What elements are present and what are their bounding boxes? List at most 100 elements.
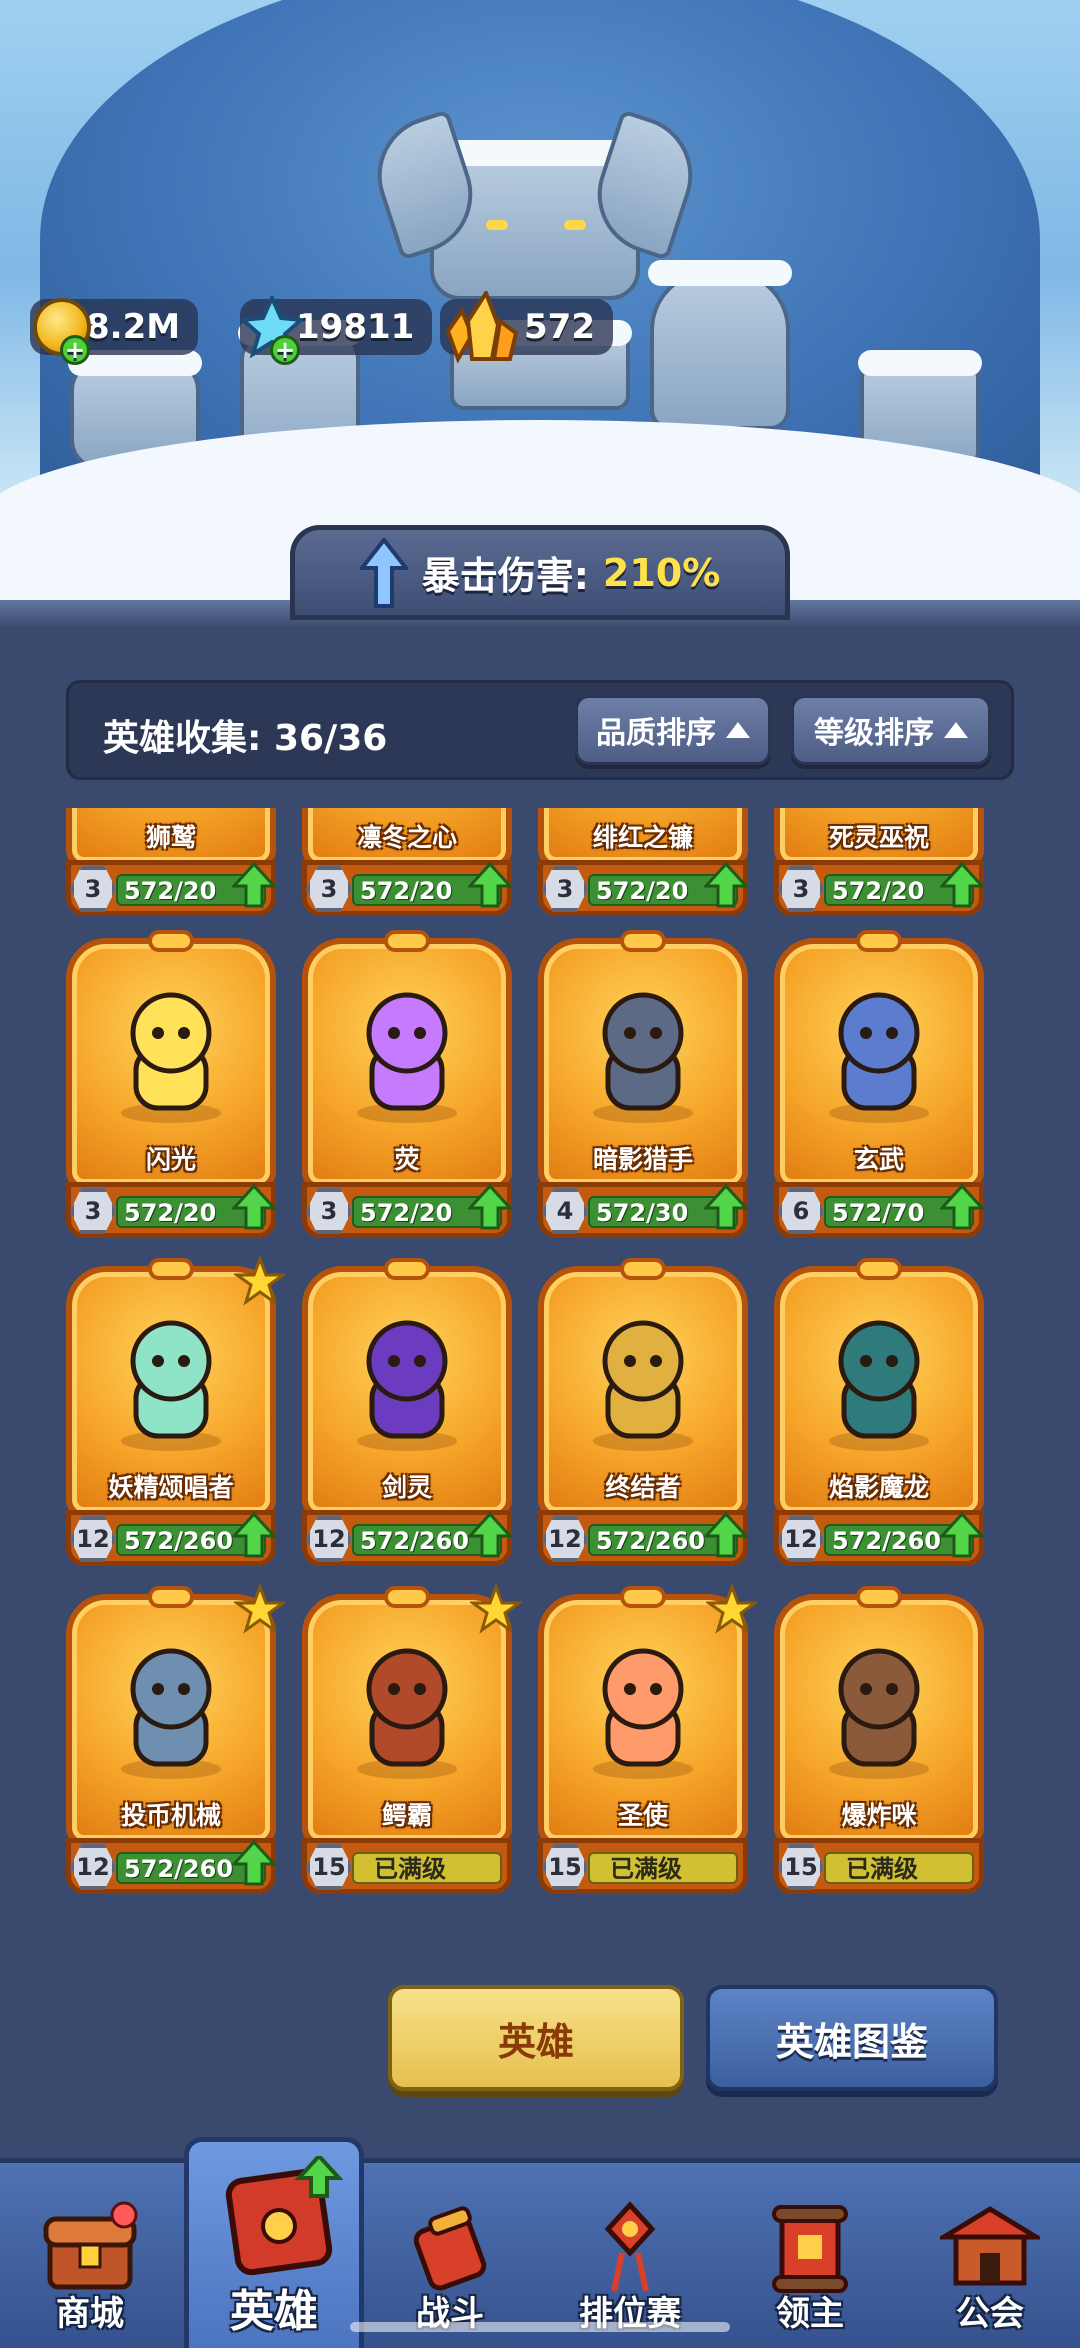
upgrade-available-icon[interactable] (466, 1511, 514, 1558)
hero-card[interactable]: 妖精颂唱者 12 572/260 (66, 1254, 288, 1566)
hero-card[interactable]: 玄武 6 572/70 (774, 930, 986, 1238)
crit-damage-banner: 暴击伤害: 210% (290, 525, 790, 620)
upgrade-available-icon[interactable] (702, 1511, 750, 1558)
hero-max-level-bar: 已满级 (588, 1852, 738, 1884)
hero-max-level-bar: 已满级 (352, 1852, 502, 1884)
card-top-gem (148, 930, 194, 952)
add-diamond-icon[interactable]: + (270, 335, 300, 365)
add-gold-icon[interactable]: + (60, 335, 90, 365)
upgrade-available-icon[interactable] (230, 1183, 278, 1230)
hero-progress-text: 已满级 (846, 1855, 918, 1883)
hero-portrait (568, 978, 718, 1128)
star-icon (232, 1582, 288, 1636)
diamond-amount: 19811 (296, 307, 415, 347)
home-indicator[interactable] (350, 2322, 730, 2332)
guild-hall-icon (935, 2199, 1045, 2295)
hero-portrait (96, 1634, 246, 1784)
hero-card[interactable]: 闪光 3 572/20 (66, 930, 278, 1238)
upgrade-available-icon[interactable] (230, 861, 278, 908)
hero-portrait (332, 978, 482, 1128)
sort-by-quality-button[interactable]: 品质排序 (575, 695, 771, 765)
hero-codex-button[interactable]: 英雄图鉴 (706, 1985, 998, 2091)
collection-header: 英雄收集: 36/36 品质排序 等级排序 (66, 680, 1014, 780)
upgrade-available-icon[interactable] (938, 1183, 986, 1230)
card-top-gem (384, 1586, 430, 1608)
hero-card[interactable]: 暗影猎手 4 572/30 (538, 930, 750, 1238)
hero-card[interactable]: 鳄霸 15 已满级 (302, 1582, 524, 1894)
gold-currency[interactable]: + 8.2M (30, 295, 199, 365)
hero-portrait (568, 1634, 718, 1784)
upgrade-available-icon[interactable] (466, 1183, 514, 1230)
hero-portrait (332, 1306, 482, 1456)
hero-progress-text: 572/20 (360, 877, 453, 905)
collection-count: 36/36 (273, 718, 388, 759)
hero-portrait (568, 1306, 718, 1456)
hero-max-level-bar: 已满级 (824, 1852, 974, 1884)
hero-progress-text: 572/30 (596, 1199, 689, 1227)
hero-card[interactable]: 爆炸咪 15 已满级 (774, 1586, 984, 1894)
card-top-gem (620, 1258, 666, 1280)
hero-card[interactable]: 绯红之镰 3 572/20 (538, 808, 750, 916)
nav-hero-cards[interactable]: 英雄 (184, 2137, 364, 2348)
hero-card[interactable]: 狮鹫 3 572/20 (66, 808, 278, 916)
hero-card[interactable]: 荧 3 572/20 (302, 930, 514, 1238)
hero-card[interactable]: 圣使 15 已满级 (538, 1582, 760, 1894)
sort-by-level-button[interactable]: 等级排序 (791, 695, 991, 765)
upgrade-available-icon[interactable] (466, 861, 514, 908)
upgrade-available-icon[interactable] (702, 861, 750, 908)
hero-tab-button[interactable]: 英雄 (388, 1985, 684, 2091)
star-icon (468, 1582, 524, 1636)
diamond-currency[interactable]: + 19811 (240, 295, 433, 365)
nav-lord-scroll[interactable]: 领主 (720, 2163, 900, 2348)
nav-shop-chest[interactable]: 商城 (0, 2163, 180, 2348)
hero-progress-text: 572/260 (124, 1527, 233, 1555)
hero-card[interactable]: 剑灵 12 572/260 (302, 1258, 514, 1566)
hero-name: 投币机械 (120, 1801, 221, 1830)
hero-name: 鳄霸 (381, 1801, 432, 1830)
upgrade-arrow-icon (357, 536, 410, 608)
upgrade-available-icon[interactable] (230, 1511, 278, 1558)
card-top-gem (620, 930, 666, 952)
card-top-gem (856, 1586, 902, 1608)
card-top-gem (148, 1586, 194, 1608)
hero-progress-text: 572/20 (832, 877, 925, 905)
ranked-knot-icon (580, 2199, 680, 2295)
crystal-currency[interactable]: 572 (440, 291, 613, 363)
nav-battle-firecracker[interactable]: 战斗 (360, 2163, 540, 2348)
nav-label: 商城 (56, 2294, 124, 2334)
hero-card[interactable]: 焰影魔龙 12 572/260 (774, 1258, 986, 1566)
card-top-gem (856, 930, 902, 952)
hero-card[interactable]: 投币机械 12 572/260 (66, 1582, 288, 1894)
nav-ranked-knot[interactable]: 排位赛 (540, 2163, 720, 2348)
upgrade-available-icon[interactable] (938, 861, 986, 908)
collection-label: 英雄收集: 36/36 (103, 718, 388, 759)
hero-grid[interactable]: 狮鹫 3 572/20 凛冬之心 3 572/20 绯红之镰 3 572/20 死灵巫祝 3 572/… (66, 808, 1014, 1908)
hero-progress-text: 572/20 (596, 877, 689, 905)
hero-card[interactable]: 终结者 12 572/260 (538, 1258, 750, 1566)
nav-guild-hall[interactable]: 公会 (900, 2163, 1080, 2348)
upgrade-available-icon[interactable] (230, 1839, 278, 1886)
hero-name: 圣使 (617, 1801, 668, 1830)
hero-portrait (332, 1634, 482, 1784)
hero-progress-text: 已满级 (610, 1855, 682, 1883)
hero-portrait (804, 978, 954, 1128)
sort-ascending-icon (726, 722, 750, 738)
star-icon (704, 1582, 760, 1636)
card-top-gem (148, 1258, 194, 1280)
sort-ascending-icon (944, 722, 968, 738)
upgrade-available-icon[interactable] (938, 1511, 986, 1558)
hero-card[interactable]: 死灵巫祝 3 572/20 (774, 808, 986, 916)
hero-name: 闪光 (145, 1145, 196, 1174)
gold-amount: 8.2M (86, 307, 181, 347)
hero-progress-text: 572/260 (124, 1855, 233, 1883)
shop-chest-icon (40, 2199, 140, 2295)
hero-name: 妖精颂唱者 (108, 1473, 234, 1502)
lord-scroll-icon (760, 2199, 860, 2295)
hero-card[interactable]: 凛冬之心 3 572/20 (302, 808, 514, 916)
upgrade-available-icon[interactable] (702, 1183, 750, 1230)
hero-portrait (96, 1306, 246, 1456)
hero-progress-text: 572/20 (124, 877, 217, 905)
hero-cards-icon (215, 2153, 344, 2276)
hero-progress-text: 572/260 (832, 1527, 941, 1555)
card-top-gem (384, 930, 430, 952)
